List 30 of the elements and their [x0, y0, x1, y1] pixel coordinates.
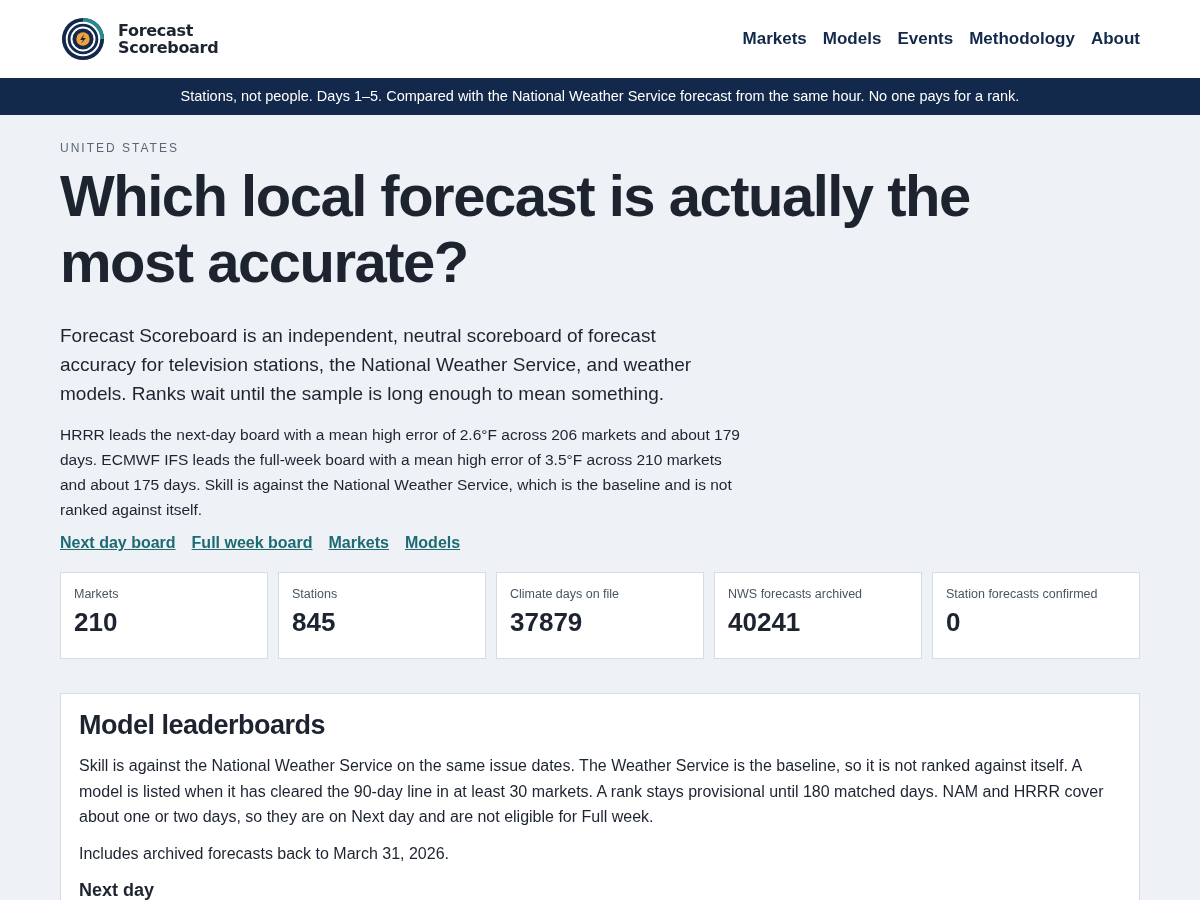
stat-label: Station forecasts confirmed: [946, 587, 1099, 601]
page-title: Which local forecast is actually the most accurate?: [60, 163, 971, 295]
stat-value: 37879: [510, 607, 584, 638]
section-heading: Model leaderboards: [79, 710, 327, 741]
lead-paragraph: Forecast Scoreboard is an independent, neutral scoreboard of forecast accuracy for television stations, the National Weather Service, and weather models. Ranks wait until the sample is long enough to mean something.: [60, 324, 693, 406]
stat-label: Stations: [292, 587, 339, 601]
stat-value: 0: [946, 607, 962, 638]
eyebrow-label: UNITED STATES: [60, 141, 180, 155]
link[interactable]: Next day board: [60, 534, 176, 552]
logo-icon[interactable]: [60, 16, 106, 62]
stat-label: NWS forecasts archived: [728, 587, 864, 601]
summary-paragraph: HRRR leads the next-day board with a mean high error of 2.6°F across 206 markets and about 179 days. ECMWF IFS leads the full-week board with a mean high error of 3.5°F across 210 markets and about 175 days. Skill is against the National Weather Service, which is the baseline and is not ranked against itself.: [60, 425, 740, 520]
stat-value: 210: [74, 607, 119, 638]
stat-value: 40241: [728, 607, 802, 638]
nav-link[interactable]: Methodology: [969, 29, 1075, 49]
stat-value: 845: [292, 607, 337, 638]
stat-label: Markets: [74, 587, 120, 601]
nav-link[interactable]: Events: [897, 29, 954, 49]
announcement-banner: Stations, not people. Days 1–5. Compared with the National Weather Service forecast from the same hour. No one pays for a rank.: [0, 78, 1200, 115]
paragraph: Skill is against the National Weather Service on the same issue dates. The Weather Service is the baseline, so it is not ranked against itself. A model is listed when it has cleared the 90-day line in at least 30 markets. A rank stays provisional until 180 matched days. NAM and HRRR cover about one or two days, so they are on Next day and are not eligible for Full week.: [79, 756, 1105, 827]
link[interactable]: Models: [405, 534, 461, 552]
logo-text[interactable]: Forecast Scoreboard: [118, 22, 219, 56]
nav-link[interactable]: Models: [822, 29, 882, 49]
stat-label: Climate days on file: [510, 587, 621, 601]
nav-link[interactable]: Markets: [742, 29, 807, 49]
link[interactable]: Full week board: [191, 534, 313, 552]
subheading: Next day: [79, 880, 156, 900]
paragraph: Includes archived forecasts back to March 31, 2026.: [79, 843, 450, 864]
link[interactable]: Markets: [328, 534, 389, 552]
nav-link[interactable]: About: [1090, 29, 1140, 49]
